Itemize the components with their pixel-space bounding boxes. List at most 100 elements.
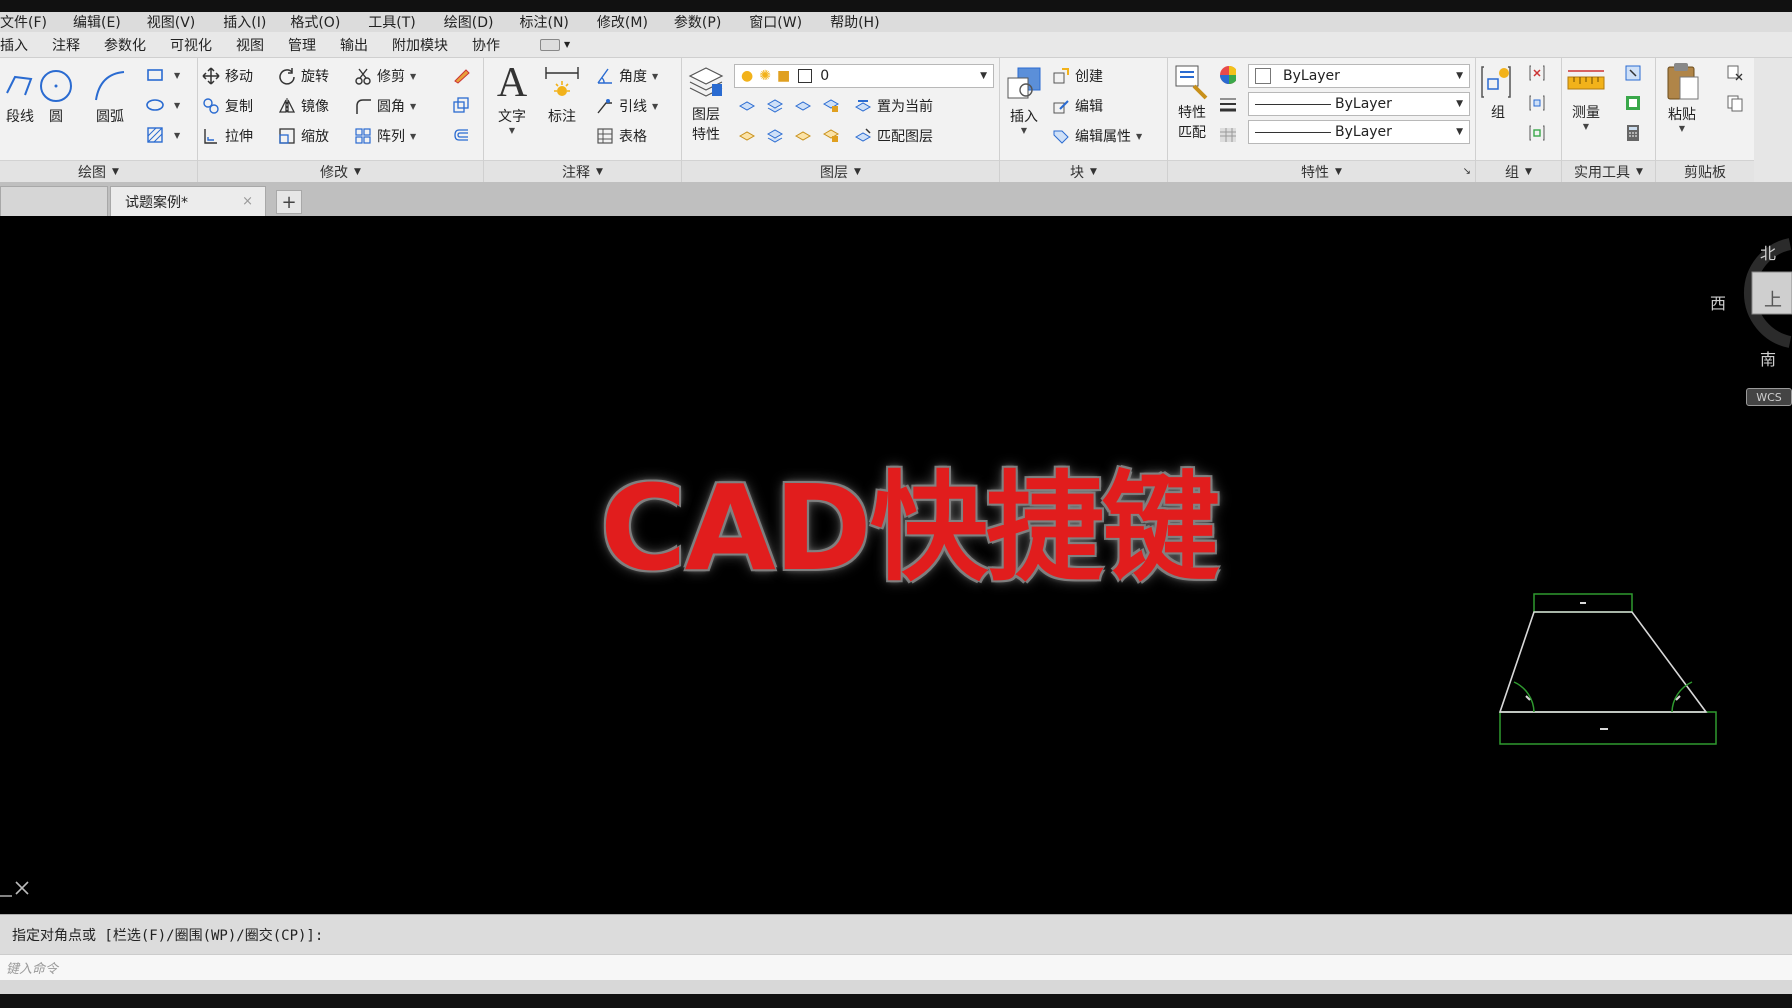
layer-dropdown[interactable]: ● ✺ ■ 0 ▼	[734, 64, 994, 88]
tab-output[interactable]: 输出	[340, 35, 368, 55]
menu-format[interactable]: 格式(O)	[290, 12, 340, 32]
copy-clip-button[interactable]	[1726, 94, 1749, 112]
menu-parametric[interactable]: 参数(P)	[674, 12, 721, 32]
trapezoid-drawing[interactable]	[1490, 588, 1720, 768]
layer-on-button[interactable]	[738, 126, 761, 144]
panel-utilities-title[interactable]: 实用工具 ▼	[1562, 160, 1655, 182]
calculator-button[interactable]	[1624, 124, 1647, 142]
menu-edit[interactable]: 编辑(E)	[73, 12, 121, 32]
close-tab-icon[interactable]: ×	[242, 194, 253, 209]
lineweight-icon-button[interactable]	[1218, 96, 1241, 114]
menu-insert[interactable]: 插入(I)	[223, 12, 266, 32]
transparency-icon-button[interactable]	[1218, 126, 1241, 144]
layer-thaw-button[interactable]	[794, 126, 817, 144]
create-block-button[interactable]: 创建	[1052, 66, 1103, 86]
hatch-button[interactable]: ▼	[146, 126, 180, 144]
layer-off-button[interactable]	[738, 96, 761, 114]
lineweight-dropdown[interactable]: ByLayer ▼	[1248, 120, 1470, 144]
panel-modify-title[interactable]: 修改 ▼	[198, 160, 483, 182]
trim-button[interactable]: 修剪 ▼	[354, 66, 416, 86]
measure-button[interactable]: 测量 ▼	[1566, 62, 1606, 131]
paste-button[interactable]: 粘贴 ▼	[1662, 60, 1702, 133]
panel-annotate-title[interactable]: 注释 ▼	[484, 160, 681, 182]
explode-button[interactable]	[452, 96, 475, 114]
layer-unlock-button[interactable]	[822, 126, 845, 144]
mirror-button[interactable]: 镜像	[278, 96, 329, 116]
panel-block-title[interactable]: 块 ▼	[1000, 160, 1167, 182]
layer-lock-button[interactable]	[822, 96, 845, 114]
layer-unisolate-button[interactable]	[766, 126, 789, 144]
stretch-button[interactable]: 拉伸	[202, 126, 253, 146]
command-input[interactable]: 键入命令	[0, 954, 1792, 980]
edit-block-button[interactable]: 编辑	[1052, 96, 1103, 116]
rectangle-button[interactable]: ▼	[146, 66, 180, 84]
set-current-layer-button[interactable]: 置为当前	[854, 96, 933, 116]
scale-button[interactable]: 缩放	[278, 126, 329, 146]
panel-draw-title[interactable]: 绘图 ▼	[0, 160, 197, 182]
menu-dimension[interactable]: 标注(N)	[520, 12, 569, 32]
insert-block-button[interactable]: 插入 ▼	[1004, 62, 1044, 135]
start-tab[interactable]	[0, 186, 108, 216]
layer-properties-button[interactable]: 图层 特性	[686, 60, 726, 144]
tab-manage[interactable]: 管理	[288, 35, 316, 55]
offset-button[interactable]	[452, 126, 475, 144]
angle-dimension-button[interactable]: 角度 ▼	[596, 66, 658, 86]
menu-draw[interactable]: 绘图(D)	[444, 12, 494, 32]
edit-attribute-button[interactable]: 编辑属性 ▼	[1052, 126, 1142, 146]
menu-view[interactable]: 视图(V)	[147, 12, 196, 32]
wcs-menu[interactable]: WCS	[1746, 388, 1792, 406]
tab-annotate[interactable]: 注释	[52, 35, 80, 55]
menu-window[interactable]: 窗口(W)	[749, 12, 802, 32]
menu-tools[interactable]: 工具(T)	[368, 12, 415, 32]
match-properties-button[interactable]: 特性 匹配	[1172, 62, 1212, 142]
color-dropdown[interactable]: ByLayer ▼	[1248, 64, 1470, 88]
copy-button[interactable]: 复制	[202, 96, 253, 116]
panel-groups-title[interactable]: 组 ▼	[1476, 160, 1561, 182]
tab-parametric[interactable]: 参数化	[104, 35, 146, 55]
select-all-button[interactable]	[1624, 94, 1647, 112]
layer-freeze-button[interactable]	[794, 96, 817, 114]
cut-button[interactable]	[1726, 64, 1749, 82]
menu-file[interactable]: 文件(F)	[0, 12, 47, 32]
compass-south[interactable]: 南	[1760, 346, 1776, 370]
layer-isolate-button[interactable]	[766, 96, 789, 114]
new-tab-button[interactable]: +	[276, 190, 302, 214]
group-button[interactable]: 组	[1478, 62, 1518, 122]
dimension-button[interactable]: 标注	[542, 60, 582, 126]
tab-collaborate[interactable]: 协作	[472, 35, 500, 55]
array-button[interactable]: 阵列 ▼	[354, 126, 416, 146]
menu-help[interactable]: 帮助(H)	[830, 12, 879, 32]
viewcube-face-top[interactable]: 上	[1764, 286, 1782, 312]
rotate-button[interactable]: 旋转	[278, 66, 329, 86]
erase-button[interactable]	[452, 66, 475, 84]
ellipse-button[interactable]: ▼	[146, 96, 180, 114]
workspace-dropdown-icon[interactable]: ▼	[564, 40, 570, 49]
compass-north[interactable]: 北	[1760, 240, 1776, 264]
color-wheel-button[interactable]	[1218, 66, 1241, 84]
panel-properties-title[interactable]: 特性 ▼ ↘	[1168, 160, 1475, 182]
quick-select-button[interactable]	[1624, 64, 1647, 82]
match-layer-button[interactable]: 匹配图层	[854, 126, 933, 146]
leader-button[interactable]: 引线 ▼	[596, 96, 658, 116]
group-edit-button[interactable]	[1528, 94, 1551, 112]
ungroup-button[interactable]	[1528, 64, 1551, 82]
panel-clipboard-title[interactable]: 剪贴板	[1656, 160, 1754, 182]
fillet-button[interactable]: 圆角 ▼	[354, 96, 416, 116]
text-button[interactable]: A 文字 ▼	[492, 60, 532, 135]
workspace-toggle-icon[interactable]	[540, 38, 560, 51]
tab-visualize[interactable]: 可视化	[170, 35, 212, 55]
move-button[interactable]: 移动	[202, 66, 253, 86]
group-select-button[interactable]	[1528, 124, 1551, 142]
panel-layers-title[interactable]: 图层 ▼	[682, 160, 999, 182]
document-tab[interactable]: 试题案例* ×	[110, 186, 266, 216]
tab-insert[interactable]: 插入	[0, 35, 28, 55]
compass-west[interactable]: 西	[1710, 290, 1726, 314]
tab-view[interactable]: 视图	[236, 35, 264, 55]
polyline-button[interactable]: 段线	[0, 66, 40, 126]
table-button[interactable]: 表格	[596, 126, 647, 146]
tab-addins[interactable]: 附加模块	[392, 35, 448, 55]
menu-modify[interactable]: 修改(M)	[597, 12, 648, 32]
circle-button[interactable]: 圆	[36, 66, 76, 126]
panel-launcher-icon[interactable]: ↘	[1463, 166, 1471, 177]
arc-button[interactable]: 圆弧	[90, 66, 130, 126]
